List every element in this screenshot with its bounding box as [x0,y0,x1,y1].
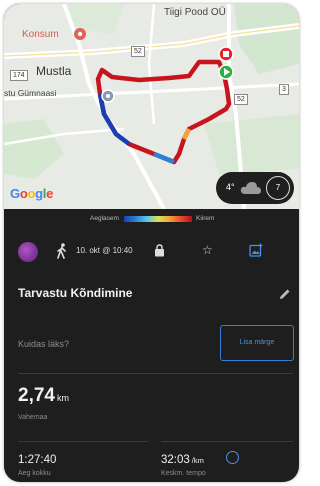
divider [18,441,148,442]
pace-number: 32:03 [161,454,190,466]
add-note-button[interactable]: Lisa märge [220,325,294,361]
lock-icon[interactable] [154,244,165,257]
distance-unit: km [56,393,69,403]
add-photo-icon[interactable] [249,243,263,257]
map-label-town: Mustla [36,64,72,78]
distance-number: 2,74 [18,385,55,406]
pace-info-icon[interactable] [226,451,239,464]
pace-legend: Aeglasem Kiirem [4,212,299,226]
divider [18,373,293,374]
activity-date: 10. okt @ 10:40 [76,246,133,255]
total-time-value: 1:27:40 [18,454,57,466]
pace-gradient [124,216,192,222]
google-logo: Google [10,186,54,201]
how-did-it-go-label: Kuidas läks? [18,339,70,349]
avg-pace-label: Keskm. tempo [161,470,206,477]
map-label-shop: Tiigi Pood OÜ [164,7,226,18]
weather-widget[interactable]: 4° 7 [216,172,294,204]
road-shield-174: 174 [10,70,28,81]
wind-speed: 7 [266,176,290,200]
walking-icon [57,243,66,259]
edit-pencil-icon[interactable] [279,288,291,300]
avg-pace-value: 32:03/km [161,454,204,466]
pace-unit: /km [191,456,204,465]
road-shield-52b: 52 [234,94,248,105]
road-shield-52: 52 [131,46,145,57]
favorite-star-icon[interactable]: ☆ [202,243,213,257]
route-map[interactable]: Tiigi Pood OÜ Konsum Mustla stu Gümnaasi… [4,4,299,209]
avatar[interactable] [18,242,38,262]
temperature: 4° [226,182,235,192]
activity-action-bar: 10. okt @ 10:40 ☆ [4,236,299,266]
cloud-icon [240,182,261,194]
distance-value: 2,74 km [18,385,69,407]
divider [161,441,293,442]
map-label-konsum: Konsum [22,29,59,40]
road-shield-3: 3 [279,84,289,95]
phone-screen: Tiigi Pood OÜ Konsum Mustla stu Gümnaasi… [4,4,299,482]
legend-faster: Kiirem [196,215,215,222]
distance-label: Vahemaa [18,414,48,421]
legend-slower: Aeglasem [90,215,119,222]
map-label-school: stu Gümnaasi [4,88,57,98]
activity-title[interactable]: Tarvastu Kõndimine [18,286,132,300]
total-time-label: Aeg kokku [18,470,51,477]
